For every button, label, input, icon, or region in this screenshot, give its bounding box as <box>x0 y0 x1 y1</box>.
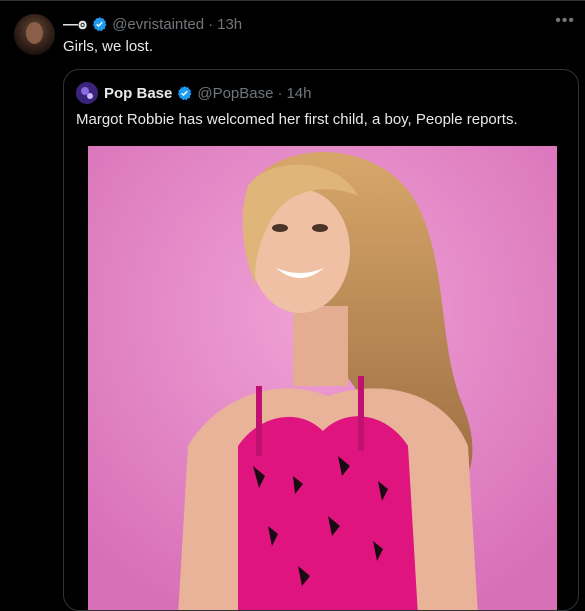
portrait-photo <box>88 146 557 610</box>
quoted-display-name[interactable]: Pop Base <box>104 85 172 102</box>
quoted-handle[interactable]: @PopBase <box>197 85 273 102</box>
quoted-avatar <box>76 82 98 104</box>
handle[interactable]: @evristainted <box>112 16 204 33</box>
ellipsis-icon[interactable]: ••• <box>555 12 575 30</box>
quoted-tweet[interactable]: Pop Base @PopBase · 14h Margot Robbie ha… <box>63 69 579 611</box>
avatar-face <box>26 22 43 44</box>
timestamp[interactable]: 13h <box>217 16 242 33</box>
tweet-text: Girls, we lost. <box>63 38 154 55</box>
display-name[interactable]: —ꙩ <box>63 15 87 33</box>
top-divider <box>0 0 585 1</box>
media-image[interactable] <box>88 146 557 610</box>
popbase-logo-icon <box>76 82 98 104</box>
separator-dot: · <box>208 15 214 33</box>
quoted-text: Margot Robbie has welcomed her first chi… <box>76 111 518 128</box>
avatar[interactable] <box>14 14 55 55</box>
tweet-header: —ꙩ @evristainted · 13h <box>63 14 242 34</box>
quoted-timestamp[interactable]: 14h <box>286 85 311 102</box>
quoted-separator-dot: · <box>277 84 283 102</box>
quoted-verified-badge-icon <box>178 85 192 100</box>
verified-badge-icon <box>93 16 107 31</box>
quoted-header: Pop Base @PopBase · 14h <box>104 83 312 103</box>
